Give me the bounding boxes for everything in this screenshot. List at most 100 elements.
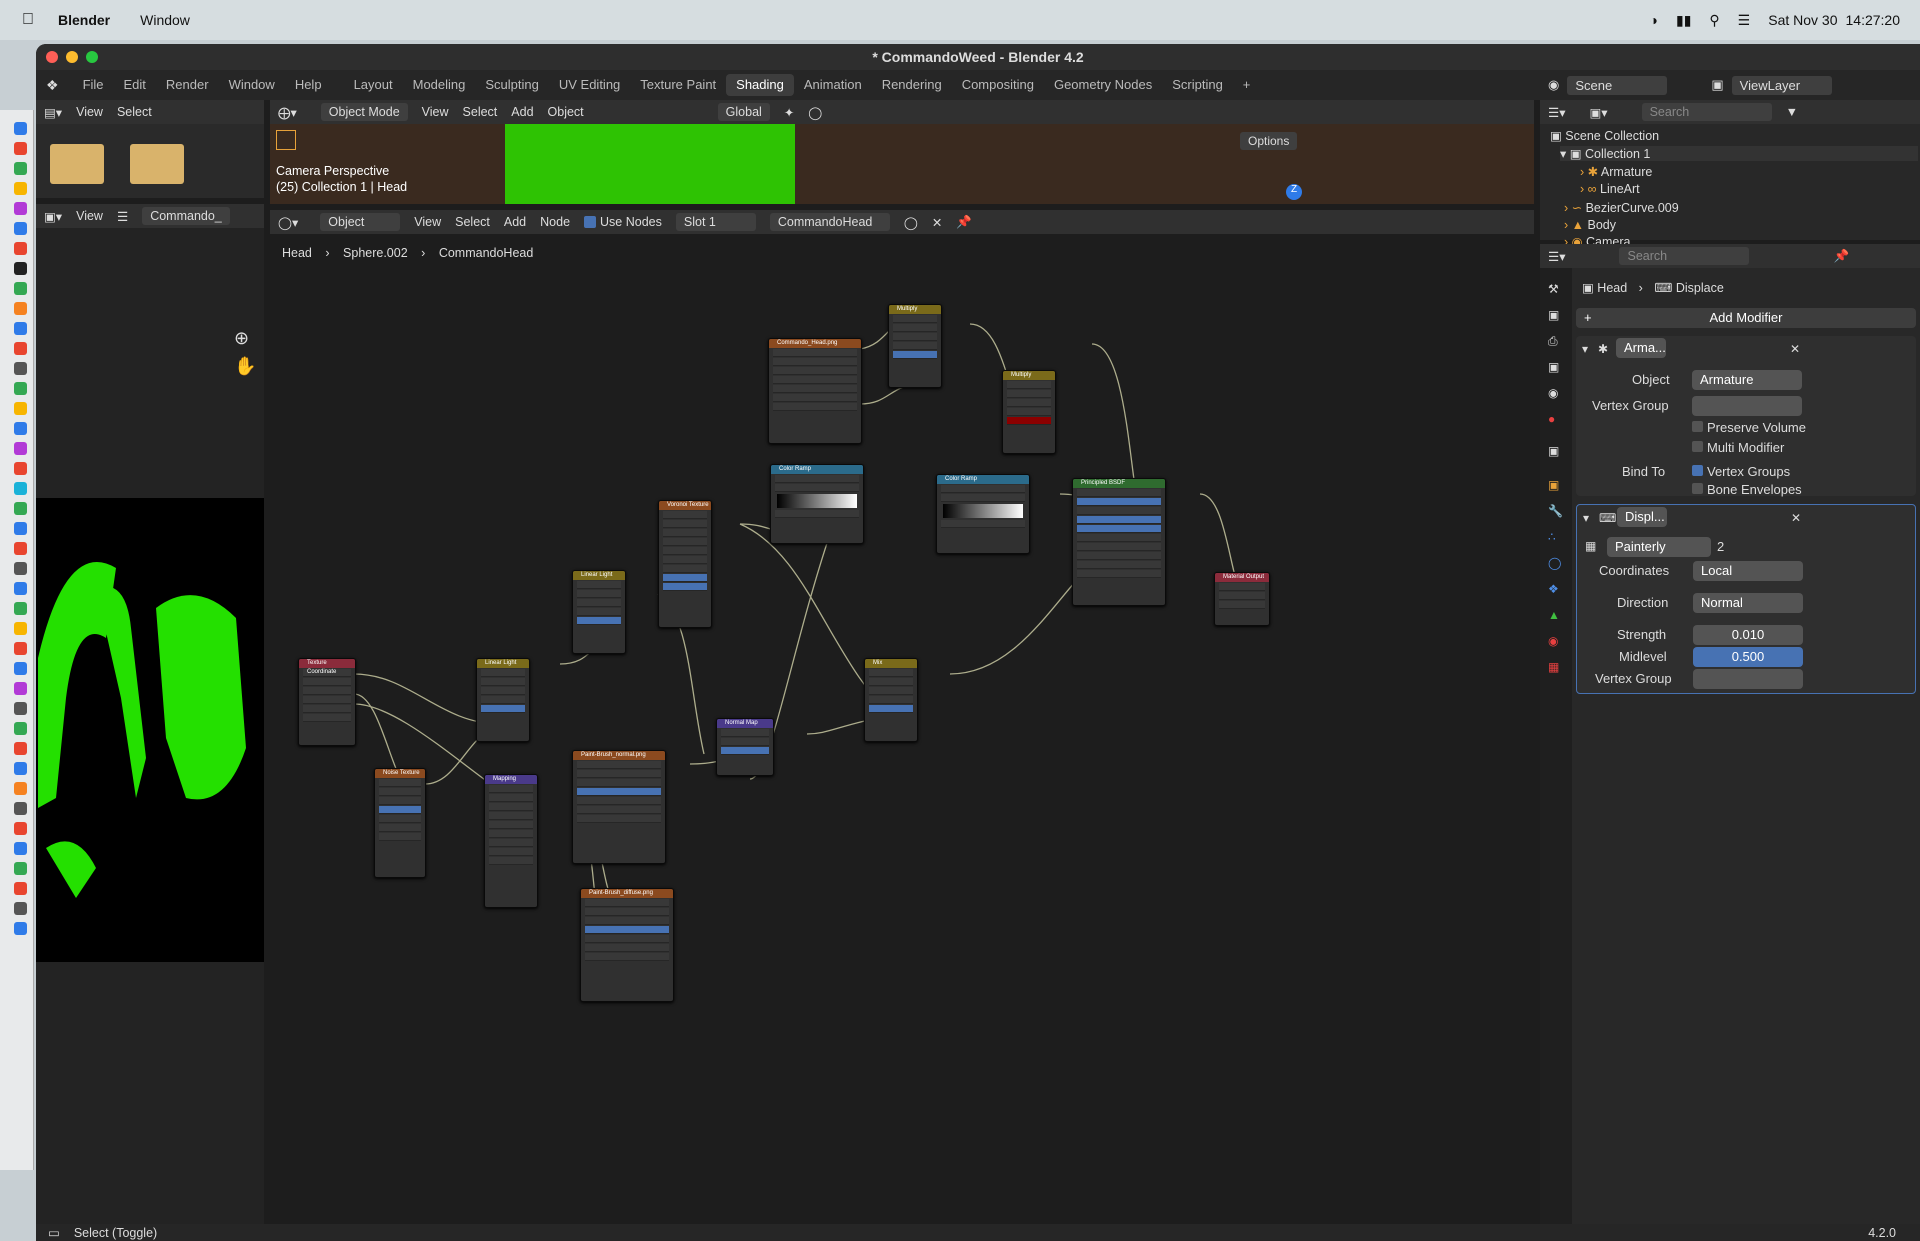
modifier-name-field[interactable]: Arma... bbox=[1616, 338, 1666, 358]
material-tab-icon[interactable]: ◉ bbox=[1548, 634, 1558, 648]
node-select-menu[interactable]: Select bbox=[455, 215, 490, 229]
world-tab-icon[interactable]: ● bbox=[1548, 412, 1555, 426]
chevron-down-icon[interactable]: ▾ bbox=[1582, 342, 1588, 356]
close-window-button[interactable] bbox=[46, 51, 58, 63]
outliner-row[interactable]: ▾ ▣ Collection 1 bbox=[1560, 146, 1918, 161]
zoom-icon[interactable]: ⊕ bbox=[234, 328, 249, 349]
hamburger-icon[interactable]: ☰ bbox=[117, 209, 128, 224]
node-menu[interactable]: Node bbox=[540, 215, 570, 229]
proportional-icon[interactable]: ◯ bbox=[808, 105, 822, 120]
tab-animation[interactable]: Animation bbox=[794, 74, 872, 96]
slot-selector[interactable]: Slot 1 bbox=[675, 213, 756, 231]
bone-envelopes-checkbox[interactable]: Bone Envelopes bbox=[1692, 482, 1802, 497]
collection-tab-icon[interactable]: ▣ bbox=[1548, 444, 1559, 458]
editor-type-icon[interactable]: ◯▾ bbox=[278, 215, 298, 230]
midlevel-field[interactable]: 0.500 bbox=[1693, 647, 1803, 667]
folder-icon[interactable] bbox=[50, 144, 104, 184]
tab-layout[interactable]: Layout bbox=[344, 74, 403, 96]
add-modifier-button[interactable]: + Add Modifier bbox=[1576, 308, 1916, 328]
editor-type-icon[interactable]: ☰▾ bbox=[1548, 249, 1565, 264]
viewport-select-menu[interactable]: Select bbox=[463, 105, 498, 119]
mode-selector[interactable]: Object Mode bbox=[320, 103, 408, 121]
scene-selector[interactable]: Scene bbox=[1567, 75, 1668, 95]
tab-texture-paint[interactable]: Texture Paint bbox=[630, 74, 726, 96]
editor-type-icon[interactable]: ▣▾ bbox=[44, 209, 62, 224]
dock-app-icon[interactable] bbox=[14, 722, 27, 735]
add-workspace-button[interactable]: + bbox=[1233, 74, 1261, 96]
tab-geometry-nodes[interactable]: Geometry Nodes bbox=[1044, 74, 1162, 96]
dock-app-icon[interactable] bbox=[14, 622, 27, 635]
dock-app-icon[interactable] bbox=[14, 362, 27, 375]
outliner-row[interactable]: › ✱ Armature bbox=[1580, 164, 1652, 179]
dock-app-icon[interactable] bbox=[14, 502, 27, 515]
dock-app-icon[interactable] bbox=[14, 262, 27, 275]
node-image-texture[interactable]: Paint-Brush_normal.png bbox=[572, 750, 666, 864]
dock-app-icon[interactable] bbox=[14, 542, 27, 555]
node-noise-texture[interactable]: Noise Texture bbox=[374, 768, 426, 878]
close-icon[interactable]: ✕ bbox=[1791, 511, 1801, 525]
dock-app-icon[interactable] bbox=[14, 462, 27, 475]
modifier-name-field[interactable]: Displ... bbox=[1617, 507, 1667, 527]
coordinates-select[interactable]: Local bbox=[1693, 561, 1803, 581]
viewlayer-icon[interactable]: ▣ bbox=[1711, 77, 1723, 93]
dock-app-icon[interactable] bbox=[14, 302, 27, 315]
menu-file[interactable]: File bbox=[73, 74, 114, 96]
dock-app-icon[interactable] bbox=[14, 122, 27, 135]
node-voronoi-texture[interactable]: Voronoi Texture bbox=[658, 500, 712, 628]
node-view-menu[interactable]: View bbox=[414, 215, 441, 229]
folder-icon[interactable] bbox=[130, 144, 184, 184]
blender-logo-icon[interactable]: ❖ bbox=[46, 77, 59, 94]
dock-app-icon[interactable] bbox=[14, 682, 27, 695]
dock-app-icon[interactable] bbox=[14, 342, 27, 355]
outliner-row[interactable]: › ∽ BezierCurve.009 bbox=[1564, 200, 1679, 215]
dock-app-icon[interactable] bbox=[14, 522, 27, 535]
editor-type-icon[interactable]: ▤▾ bbox=[44, 105, 62, 120]
node-texture-coordinate[interactable]: Texture Coordinate bbox=[298, 658, 356, 746]
node-multiply[interactable]: Multiply bbox=[1002, 370, 1056, 454]
filter-icon[interactable]: ▼ bbox=[1786, 105, 1798, 119]
viewlayer-selector[interactable]: ViewLayer bbox=[1731, 75, 1832, 95]
menu-edit[interactable]: Edit bbox=[114, 74, 156, 96]
options-button[interactable]: Options bbox=[1240, 132, 1298, 150]
dock-app-icon[interactable] bbox=[14, 842, 27, 855]
viewport-add-menu[interactable]: Add bbox=[511, 105, 533, 119]
image-name-field[interactable]: Commando_ bbox=[142, 207, 230, 225]
tab-modeling[interactable]: Modeling bbox=[403, 74, 476, 96]
battery-icon[interactable]: ▮▮ bbox=[1676, 12, 1691, 29]
render-tab-icon[interactable]: ▣ bbox=[1548, 308, 1559, 322]
search-icon[interactable]: ⚲ bbox=[1709, 12, 1719, 29]
dock-app-icon[interactable] bbox=[14, 282, 27, 295]
dock-app-icon[interactable] bbox=[14, 702, 27, 715]
tool-tab-icon[interactable]: ⚒ bbox=[1548, 282, 1559, 296]
dock-app-icon[interactable] bbox=[14, 482, 27, 495]
scene-icon[interactable]: ◉ bbox=[1548, 77, 1559, 93]
dock-app-icon[interactable] bbox=[14, 662, 27, 675]
dock-app-icon[interactable] bbox=[14, 742, 27, 755]
strength-field[interactable]: 0.010 bbox=[1693, 625, 1803, 645]
dock-app-icon[interactable] bbox=[14, 442, 27, 455]
dock-app-icon[interactable] bbox=[14, 802, 27, 815]
tab-uv-editing[interactable]: UV Editing bbox=[549, 74, 630, 96]
dock-app-icon[interactable] bbox=[14, 642, 27, 655]
pan-hand-icon[interactable]: ✋ bbox=[234, 356, 256, 377]
node-linear-light[interactable]: Linear Light bbox=[476, 658, 530, 742]
node-principled-bsdf[interactable]: Principled BSDF bbox=[1072, 478, 1166, 606]
pin-icon[interactable]: 📌 bbox=[1833, 249, 1849, 264]
dock-app-icon[interactable] bbox=[14, 202, 27, 215]
file-browser-view-menu[interactable]: View bbox=[76, 105, 103, 119]
menu-window[interactable]: Window bbox=[219, 74, 285, 96]
physics-tab-icon[interactable]: ◯ bbox=[1548, 556, 1561, 570]
close-icon[interactable]: ✕ bbox=[932, 215, 942, 230]
node-multiply[interactable]: Multiply bbox=[888, 304, 942, 388]
apple-icon[interactable]:  bbox=[22, 11, 34, 29]
dock-app-icon[interactable] bbox=[14, 602, 27, 615]
output-tab-icon[interactable]: ⎙ bbox=[1548, 334, 1558, 349]
dock-app-icon[interactable] bbox=[14, 182, 27, 195]
dock-app-icon[interactable] bbox=[14, 862, 27, 875]
image-editor-view-menu[interactable]: View bbox=[76, 209, 103, 223]
dock-app-icon[interactable] bbox=[14, 402, 27, 415]
outliner-row[interactable]: ▣ Scene Collection bbox=[1550, 128, 1659, 143]
chevron-down-icon[interactable]: ▾ bbox=[1583, 511, 1589, 525]
texture-icon[interactable]: ▦ bbox=[1585, 539, 1596, 553]
snap-icon[interactable]: ✦ bbox=[784, 105, 794, 120]
